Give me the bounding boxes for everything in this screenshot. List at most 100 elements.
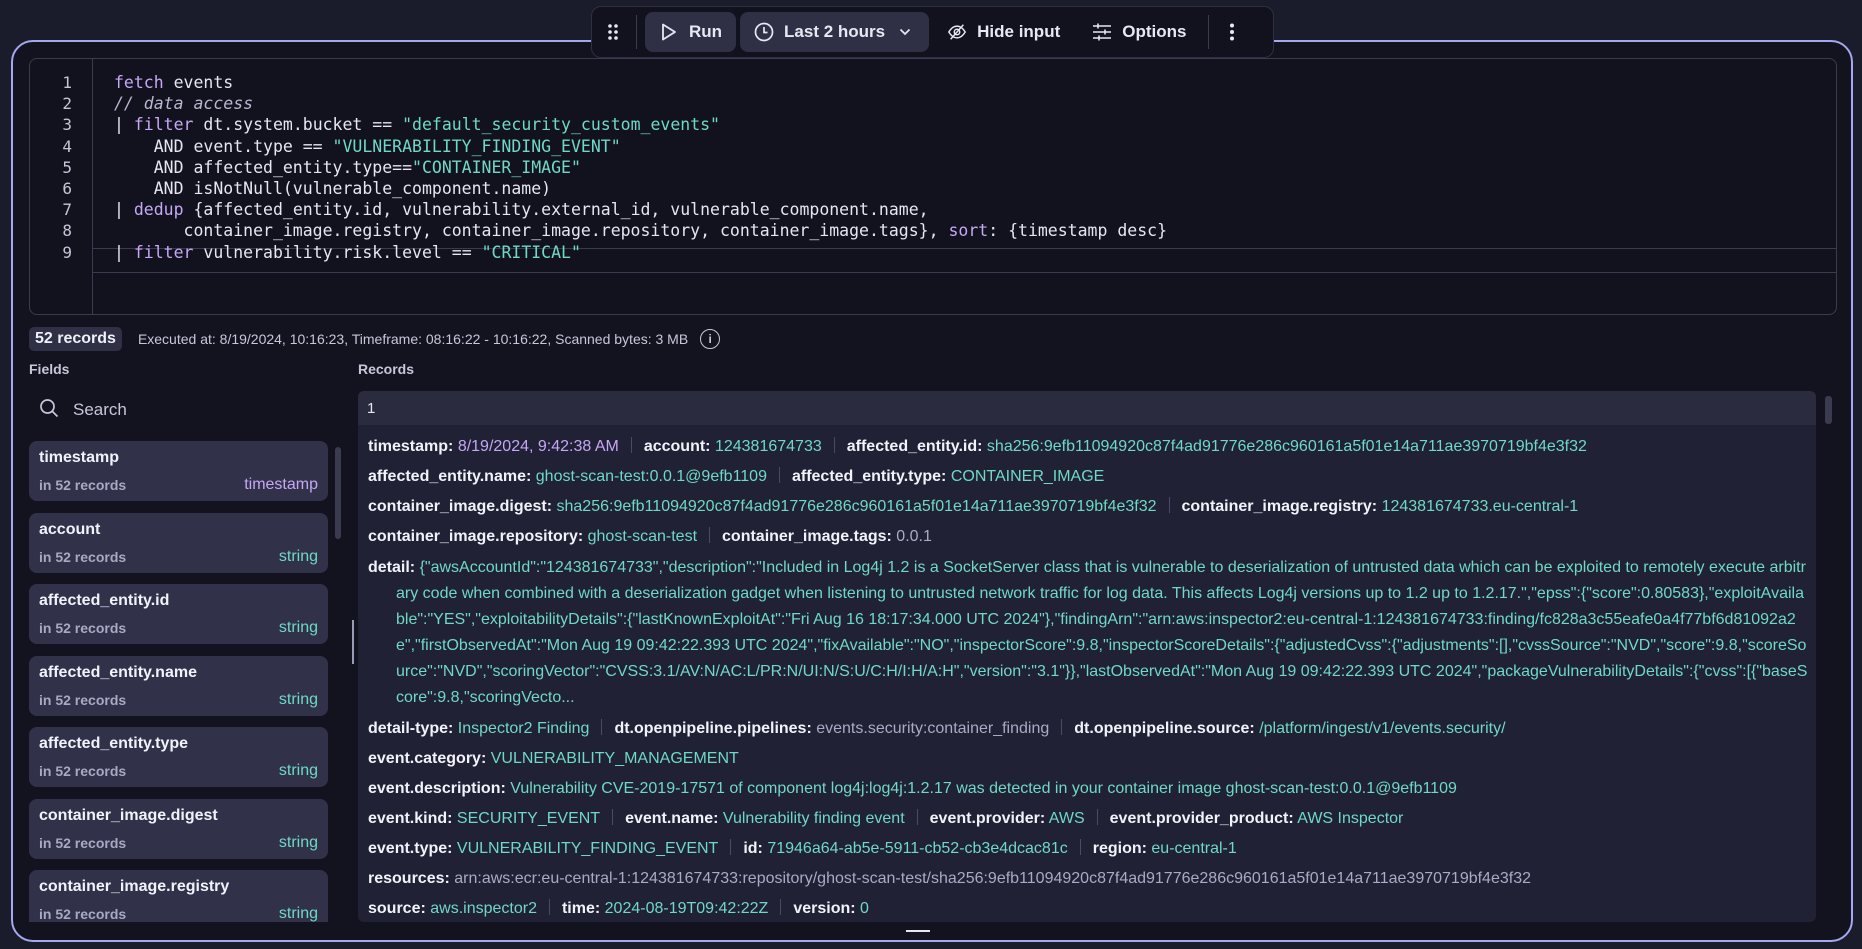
query-editor[interactable]: 1 2345 6 789 fetch events // data access | fi… [29, 58, 1837, 315]
record-field-value[interactable]: VULNERABILITY_FINDING_EVENT [457, 840, 718, 857]
record-field-value[interactable]: 71946a64-ab5e-5911-cb52-cb3e4dcac81c [767, 840, 1067, 857]
records-scrollbar[interactable] [1825, 396, 1832, 424]
record-field-key: event.category: [368, 750, 487, 767]
fields-heading: Fields [29, 361, 70, 377]
code-token: : {timestamp desc} [988, 221, 1168, 241]
record-field-value[interactable]: events.security:container_finding [816, 720, 1049, 737]
line-number: 1 [62, 73, 72, 92]
panel-resize-handle[interactable] [352, 620, 354, 664]
field-type: string [278, 762, 318, 779]
section-resize-handle[interactable] [906, 930, 930, 932]
code-line: container_image.registry, container_imag… [114, 221, 1167, 240]
record-field-key: event.description: [368, 780, 506, 797]
code-token: | [114, 242, 134, 262]
record-field-key: detail: [368, 559, 416, 576]
record-field-value[interactable]: /platform/ingest/v1/events.security/ [1259, 720, 1505, 737]
record-field-value[interactable]: 2024-08-19T09:42:22Z [605, 900, 769, 917]
record-field-value[interactable]: SECURITY_EVENT [457, 810, 600, 827]
record-field-value[interactable]: ghost-scan-test [588, 528, 697, 545]
record-row: source: aws.inspector2 time: 2024-08-19T0… [368, 894, 1806, 922]
line-number: 6 [62, 179, 72, 198]
field-record-count: in 52 records [39, 620, 127, 636]
line-number: 3 [62, 115, 72, 135]
record-field-value[interactable]: 124381674733 [715, 438, 822, 455]
field-item[interactable]: affected_entity.type in 52 records string [29, 727, 328, 787]
record-field-value[interactable]: sha256:9efb11094920c87f4ad91776e286c9601… [987, 438, 1587, 455]
field-item[interactable]: account in 52 records string [29, 512, 328, 573]
more-options-button[interactable] [1217, 12, 1247, 52]
record-field-value[interactable]: sha256:9efb11094920c87f4ad91776e286c9601… [557, 498, 1157, 515]
field-item[interactable]: container_image.digest in 52 records strin… [29, 798, 328, 859]
record-field-value[interactable]: VULNERABILITY_MANAGEMENT [491, 750, 739, 767]
options-button[interactable]: Options [1078, 12, 1200, 52]
record-field-value[interactable]: 124381674733.eu-central-1 [1382, 498, 1579, 515]
code-token: "default_security_custom_events" [402, 115, 720, 135]
field-type: string [278, 619, 318, 636]
line-number: 5 [62, 157, 72, 177]
field-name: container_image.registry [39, 878, 230, 895]
record-field-key: container_image.tags: [722, 528, 892, 545]
timeframe-selector[interactable]: Last 2 hours [740, 12, 930, 52]
drag-handle-icon [603, 22, 623, 42]
field-record-count: in 52 records [39, 691, 127, 708]
record-field-value[interactable]: 0 [860, 900, 869, 917]
record-field-value[interactable]: aws.inspector2 [430, 900, 537, 917]
line-number: 4 [62, 136, 72, 156]
code-token: "CRITICAL" [481, 242, 581, 262]
fields-list: timestamp in 52 records timestamp account in… [29, 441, 328, 922]
record-field-value[interactable]: 8/19/2024, 9:42:38 AM [458, 438, 619, 455]
code-token: {affected_entity.id, vulnerability.exter… [183, 200, 929, 220]
code-token: vulnerability.risk.level == [193, 242, 482, 262]
record-field-key: account: [643, 438, 711, 455]
fields-scrollbar[interactable] [335, 447, 341, 539]
code-line: // data access [114, 94, 253, 113]
toolbar-divider [636, 15, 637, 49]
record-field-value[interactable]: CONTAINER_IMAGE [951, 468, 1105, 485]
field-item[interactable]: affected_entity.id in 52 records string [29, 584, 328, 644]
field-separator [1168, 497, 1170, 513]
run-button[interactable]: Run [645, 12, 737, 52]
record-field-key: source: [368, 900, 426, 917]
record-field-value[interactable]: arn:aws:ecr:eu-central-1:124381674733:re… [454, 870, 1531, 887]
record-field-value[interactable]: 0.0.1 [896, 528, 932, 545]
field-type: string [278, 905, 318, 922]
hide-input-button[interactable]: Hide input [933, 12, 1074, 52]
record-header[interactable]: 1 [358, 391, 1816, 425]
record-field-value[interactable]: AWS [1049, 810, 1085, 827]
field-type: timestamp [244, 476, 318, 493]
code-line: AND event.type == "VULNERABILITY_FINDING… [114, 137, 621, 156]
line-number: 8 [62, 221, 72, 241]
record-field-key: container_image.repository: [368, 528, 584, 545]
field-separator [730, 839, 732, 855]
record-row: event.kind: SECURITY_EVENT event.name: Vu… [368, 804, 1806, 834]
line-number: 9 [62, 242, 72, 262]
record-field-key: region: [1092, 840, 1147, 857]
field-separator [778, 467, 780, 483]
field-item[interactable]: timestamp in 52 records timestamp [29, 441, 328, 501]
field-item[interactable]: affected_entity.name in 52 records string [29, 655, 328, 716]
code-token: | [114, 115, 134, 135]
record-row: timestamp: 8/19/2024, 9:42:38 AM account:… [368, 432, 1806, 462]
record-row: event.category: VULNERABILITY_MANAGEMENT [368, 744, 1806, 774]
fields-search-input[interactable]: Search [29, 392, 329, 428]
record-field-value[interactable]: ghost-scan-test:0.0.1@9efb1109 [536, 468, 767, 485]
code-token: AND affected_entity.type== [114, 157, 413, 177]
record-field-value[interactable]: Inspector2 Finding [458, 720, 590, 737]
line-number: 7 [62, 200, 72, 220]
record-field-value[interactable]: AWS Inspector [1297, 810, 1403, 827]
code-token: dedup [133, 200, 184, 220]
drag-handle-button[interactable] [598, 12, 628, 52]
record-field-value[interactable]: eu-central-1 [1151, 840, 1236, 857]
field-name: affected_entity.name [39, 663, 197, 681]
field-record-count: in 52 records [39, 477, 127, 493]
record-field-value[interactable]: {"awsAccountId":"124381674733","descript… [396, 559, 1807, 706]
record-field-value[interactable]: Vulnerability CVE-2019-17571 of componen… [510, 780, 1457, 797]
code-token: AND isNotNull(vulnerable_component.name) [114, 179, 552, 198]
record-field-key: event.type: [368, 840, 453, 857]
record-field-key: time: [561, 900, 601, 917]
field-item[interactable]: container_image.registry in 52 records str… [29, 870, 328, 922]
record-index: 1 [367, 400, 376, 417]
info-icon[interactable]: i [700, 329, 721, 349]
record-field-value[interactable]: Vulnerability finding event [723, 810, 905, 827]
code-token: filter [133, 115, 194, 135]
